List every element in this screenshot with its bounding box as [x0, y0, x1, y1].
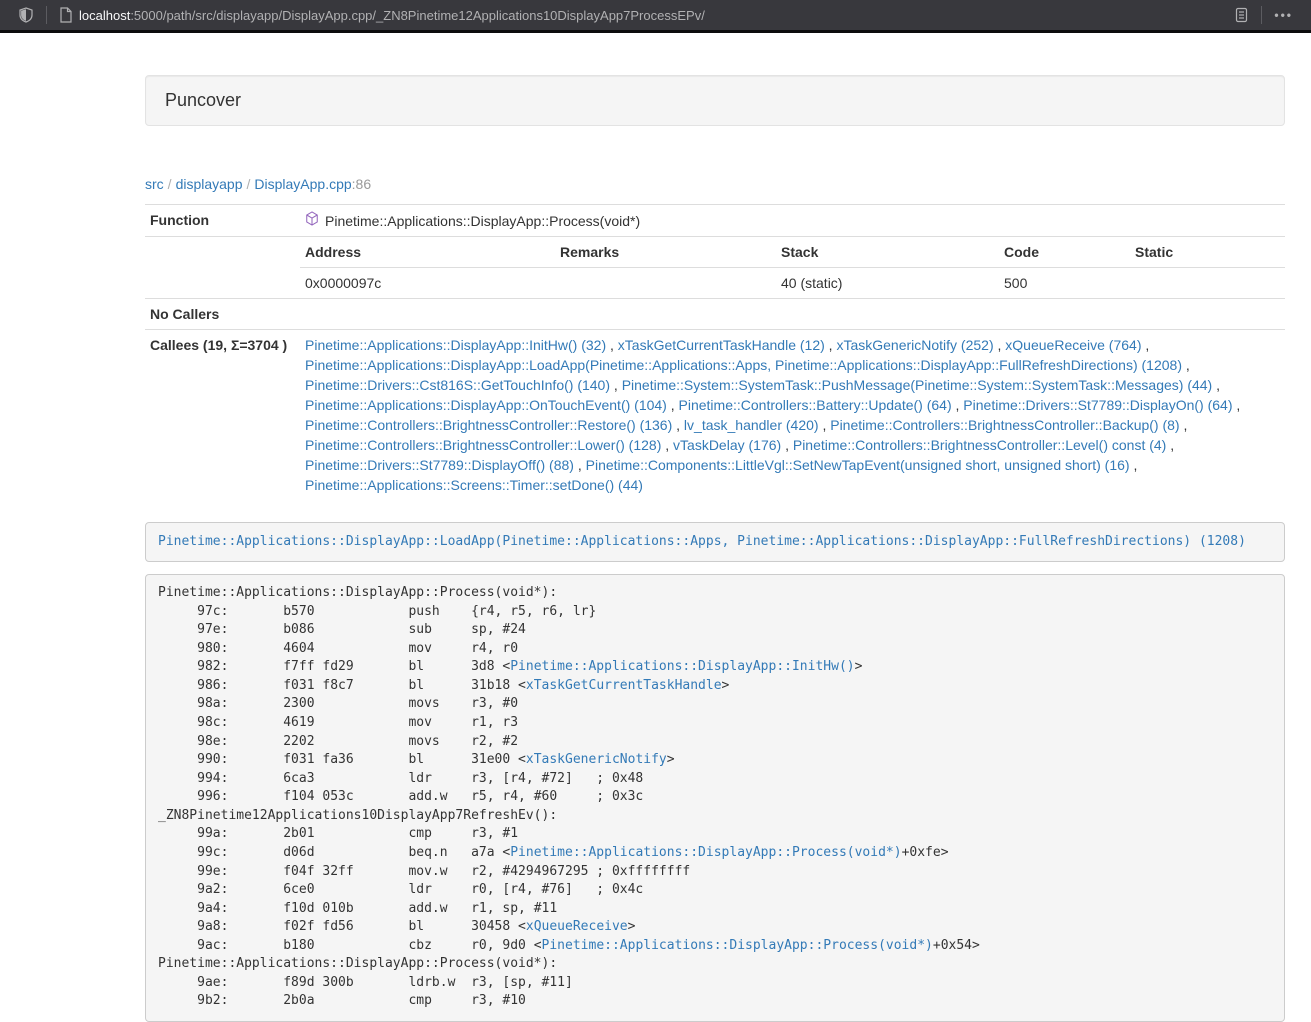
- callee-separator: ,: [1212, 377, 1220, 393]
- callee-link[interactable]: Pinetime::Controllers::BrightnessControl…: [305, 437, 661, 453]
- assembly-symbol-link[interactable]: Pinetime::Applications::DisplayApp::Proc…: [510, 845, 901, 860]
- table-row: 0x0000097c 40 (static) 500: [300, 268, 1285, 299]
- url-text: localhost:5000/path/src/displayapp/Displ…: [79, 8, 705, 23]
- breadcrumb-line-number: :86: [352, 176, 371, 192]
- cell-code: 500: [999, 268, 1130, 299]
- shield-icon[interactable]: [12, 7, 40, 23]
- callee-link[interactable]: xQueueReceive (764): [1005, 337, 1141, 353]
- menu-dots-icon[interactable]: •••: [1268, 8, 1299, 22]
- assembly-symbol-link[interactable]: xQueueReceive: [526, 919, 628, 934]
- cell-stack: 40 (static): [776, 268, 999, 299]
- callee-link[interactable]: Pinetime::Controllers::Battery::Update()…: [679, 397, 952, 413]
- highlighted-callee-link[interactable]: Pinetime::Applications::DisplayApp::Load…: [158, 534, 1246, 549]
- callee-link[interactable]: Pinetime::Controllers::BrightnessControl…: [830, 417, 1179, 433]
- page-title: Puncover: [165, 90, 1265, 111]
- function-cube-icon: [305, 211, 319, 231]
- assembly-symbol-link[interactable]: Pinetime::Applications::DisplayApp::Proc…: [542, 938, 933, 953]
- callee-separator: ,: [952, 397, 964, 413]
- callee-link[interactable]: Pinetime::Drivers::St7789::DisplayOff() …: [305, 457, 574, 473]
- function-name: Pinetime::Applications::DisplayApp::Proc…: [325, 211, 640, 231]
- highlighted-callee-panel: Pinetime::Applications::DisplayApp::Load…: [145, 522, 1285, 562]
- callee-link[interactable]: Pinetime::Controllers::BrightnessControl…: [793, 437, 1166, 453]
- cell-address: 0x0000097c: [300, 268, 555, 299]
- assembly-listing: Pinetime::Applications::DisplayApp::Proc…: [145, 574, 1285, 1022]
- callee-separator: ,: [1182, 357, 1190, 373]
- callees-label: Callees (19, Σ=3704 ): [145, 330, 300, 501]
- callee-separator: ,: [606, 337, 618, 353]
- assembly-symbol-link[interactable]: Pinetime::Applications::DisplayApp::Init…: [510, 659, 854, 674]
- breadcrumb-link-displayapp[interactable]: displayapp: [176, 176, 243, 192]
- no-callers-label: No Callers: [145, 299, 300, 330]
- callee-link[interactable]: Pinetime::Drivers::Cst816S::GetTouchInfo…: [305, 377, 610, 393]
- callee-link[interactable]: Pinetime::Applications::DisplayApp::OnTo…: [305, 397, 667, 413]
- callee-separator: ,: [994, 337, 1006, 353]
- breadcrumb: src/displayapp/DisplayApp.cpp:86: [145, 176, 1285, 192]
- callee-link[interactable]: Pinetime::Applications::DisplayApp::Load…: [305, 357, 1182, 373]
- callee-link[interactable]: Pinetime::Applications::Screens::Timer::…: [305, 477, 643, 493]
- assembly-symbol-link[interactable]: xTaskGetCurrentTaskHandle: [526, 678, 722, 693]
- callees-list: Pinetime::Applications::DisplayApp::Init…: [300, 330, 1285, 501]
- function-detail-row: Address Remarks Stack Code Static 0x0000…: [145, 237, 1285, 299]
- callee-separator: ,: [1180, 417, 1188, 433]
- breadcrumb-link-file[interactable]: DisplayApp.cpp: [254, 176, 351, 192]
- callee-link[interactable]: lv_task_handler (420): [684, 417, 819, 433]
- toolbar-divider: [1261, 6, 1262, 24]
- function-row: Function Pinetime::Applications::Display…: [145, 205, 1285, 237]
- assembly-symbol-link[interactable]: xTaskGenericNotify: [526, 752, 667, 767]
- callee-separator: ,: [661, 437, 673, 453]
- callee-separator: ,: [819, 417, 831, 433]
- callee-link[interactable]: Pinetime::Components::LittleVgl::SetNewT…: [586, 457, 1130, 473]
- callee-separator: ,: [667, 397, 679, 413]
- column-code: Code: [999, 237, 1130, 268]
- breadcrumb-separator: /: [243, 176, 255, 192]
- callee-separator: ,: [1130, 457, 1138, 473]
- column-stack: Stack: [776, 237, 999, 268]
- callee-separator: ,: [825, 337, 837, 353]
- callee-separator: ,: [672, 417, 684, 433]
- browser-toolbar: localhost:5000/path/src/displayapp/Displ…: [0, 0, 1311, 33]
- function-stats-table: Address Remarks Stack Code Static 0x0000…: [300, 237, 1285, 298]
- cell-static: [1130, 268, 1285, 299]
- function-label: Function: [145, 205, 300, 237]
- page-container: Puncover src/displayapp/DisplayApp.cpp:8…: [145, 75, 1285, 1022]
- callee-link[interactable]: xTaskGenericNotify (252): [836, 337, 993, 353]
- callee-link[interactable]: Pinetime::Drivers::St7789::DisplayOn() (…: [963, 397, 1232, 413]
- callee-link[interactable]: xTaskGetCurrentTaskHandle (12): [618, 337, 825, 353]
- callee-link[interactable]: vTaskDelay (176): [673, 437, 781, 453]
- callee-separator: ,: [1166, 437, 1174, 453]
- url-path: :5000/path/src/displayapp/DisplayApp.cpp…: [130, 8, 705, 23]
- column-remarks: Remarks: [555, 237, 776, 268]
- column-static: Static: [1130, 237, 1285, 268]
- breadcrumb-separator: /: [164, 176, 176, 192]
- address-bar[interactable]: localhost:5000/path/src/displayapp/Displ…: [79, 8, 1228, 23]
- cell-remarks: [555, 268, 776, 299]
- reader-mode-icon[interactable]: [1228, 7, 1255, 23]
- app-header-panel: Puncover: [145, 75, 1285, 126]
- callees-row: Callees (19, Σ=3704 ) Pinetime::Applicat…: [145, 330, 1285, 501]
- callee-separator: ,: [574, 457, 586, 473]
- function-table: Function Pinetime::Applications::Display…: [145, 204, 1285, 500]
- breadcrumb-link-src[interactable]: src: [145, 176, 164, 192]
- callee-link[interactable]: Pinetime::System::SystemTask::PushMessag…: [622, 377, 1213, 393]
- page-info-icon[interactable]: [53, 7, 79, 23]
- no-callers-row: No Callers: [145, 299, 1285, 330]
- callee-separator: ,: [1141, 337, 1149, 353]
- callee-link[interactable]: Pinetime::Applications::DisplayApp::Init…: [305, 337, 606, 353]
- column-address: Address: [300, 237, 555, 268]
- callee-separator: ,: [610, 377, 622, 393]
- callee-separator: ,: [1233, 397, 1241, 413]
- callee-link[interactable]: Pinetime::Controllers::BrightnessControl…: [305, 417, 672, 433]
- callee-separator: ,: [781, 437, 793, 453]
- toolbar-divider: [46, 6, 47, 24]
- url-host: localhost: [79, 8, 130, 23]
